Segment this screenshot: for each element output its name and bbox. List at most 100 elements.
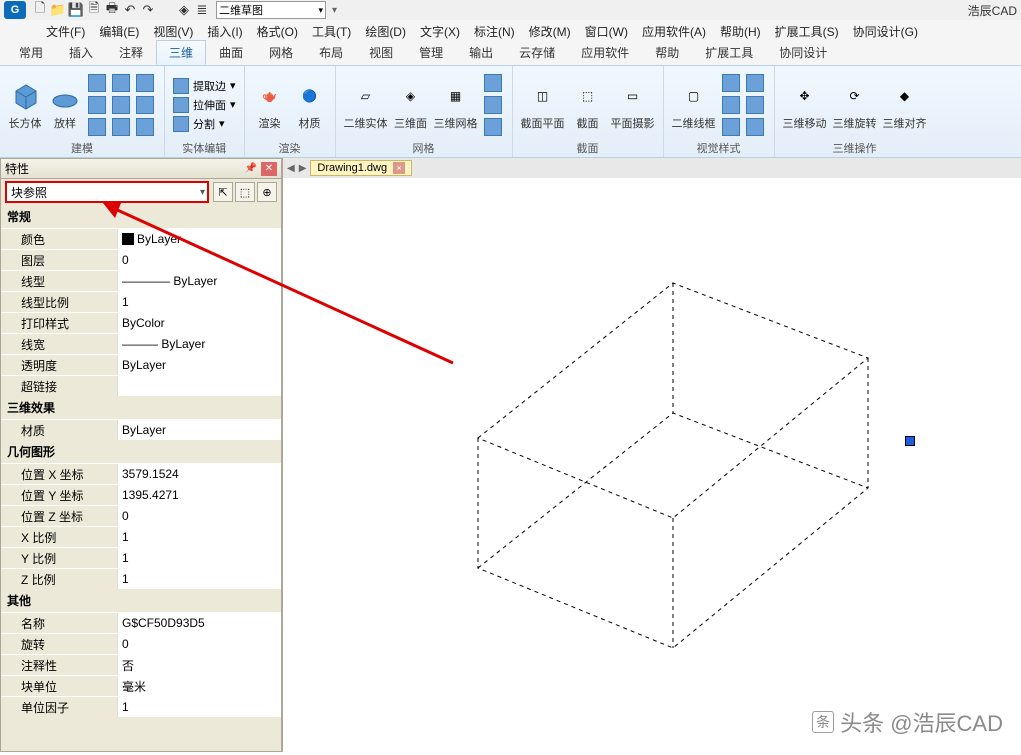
property-value[interactable]: 1 xyxy=(117,527,281,547)
selection-grip[interactable] xyxy=(905,436,915,446)
ribbon-tab[interactable]: 扩展工具 xyxy=(692,40,766,65)
rotate3d-button[interactable]: ⟳三维旋转 xyxy=(833,79,877,131)
menu-item[interactable]: 绘图(D) xyxy=(359,21,412,42)
properties-list[interactable]: 常规颜色ByLayer图层0线型———— ByLayer线型比例1打印样式ByC… xyxy=(1,205,281,751)
property-value[interactable]: ———— ByLayer xyxy=(117,271,281,291)
ribbon-tab[interactable]: 帮助 xyxy=(642,40,692,65)
menu-item[interactable]: 协同设计(G) xyxy=(847,21,924,42)
property-value[interactable]: ——— ByLayer xyxy=(117,334,281,354)
menu-item[interactable]: 标注(N) xyxy=(468,21,521,42)
ribbon-tab[interactable]: 注释 xyxy=(106,40,156,65)
layer-icon[interactable]: ◈ xyxy=(176,2,192,18)
menu-item[interactable]: 窗口(W) xyxy=(579,21,634,42)
property-row[interactable]: 材质ByLayer xyxy=(1,419,281,440)
menu-item[interactable]: 工具(T) xyxy=(306,21,357,42)
face3d-button[interactable]: ◈三维面 xyxy=(394,79,428,131)
ribbon-tab[interactable]: 管理 xyxy=(406,40,456,65)
render-button[interactable]: 🫖渲染 xyxy=(253,79,287,131)
solid2d-button[interactable]: ▱二维实体 xyxy=(344,79,388,131)
loft-button[interactable]: 放样 xyxy=(48,79,82,131)
saveas-icon[interactable]: 🗎 xyxy=(86,2,102,18)
menu-item[interactable]: 文件(F) xyxy=(40,21,91,42)
ribbon-tab[interactable]: 应用软件 xyxy=(568,40,642,65)
property-row[interactable]: 名称G$CF50D93D5 xyxy=(1,612,281,633)
section-header[interactable]: 常规 xyxy=(1,205,281,228)
property-value[interactable] xyxy=(117,376,281,396)
menu-item[interactable]: 扩展工具(S) xyxy=(769,21,845,42)
menu-item[interactable]: 格式(O) xyxy=(251,21,304,42)
ribbon-tab[interactable]: 常用 xyxy=(6,40,56,65)
property-value[interactable]: 1 xyxy=(117,697,281,717)
ribbon-tab[interactable]: 视图 xyxy=(356,40,406,65)
ribbon-tab[interactable]: 三维 xyxy=(156,40,206,65)
extrude-face-button[interactable]: 拉伸面▾ xyxy=(173,97,236,113)
property-row[interactable]: 超链接 xyxy=(1,375,281,396)
section-button[interactable]: ⬚截面 xyxy=(571,79,605,131)
property-row[interactable]: 线型比例1 xyxy=(1,291,281,312)
new-icon[interactable]: 🗋 xyxy=(32,2,48,18)
property-value[interactable]: 1 xyxy=(117,548,281,568)
property-value[interactable]: ByColor xyxy=(117,313,281,333)
property-value[interactable]: 1 xyxy=(117,569,281,589)
document-tab[interactable]: Drawing1.dwg× xyxy=(310,160,412,176)
property-row[interactable]: X 比例1 xyxy=(1,526,281,547)
menu-item[interactable]: 编辑(E) xyxy=(93,21,145,42)
flatshot-button[interactable]: ▭平面摄影 xyxy=(611,79,655,131)
property-value[interactable]: 0 xyxy=(117,250,281,270)
property-value[interactable]: 否 xyxy=(117,655,281,675)
ribbon-tab[interactable]: 曲面 xyxy=(206,40,256,65)
property-row[interactable]: 打印样式ByColor xyxy=(1,312,281,333)
qat-dropdown-icon[interactable]: ▾ xyxy=(332,5,337,16)
property-value[interactable]: ByLayer xyxy=(117,355,281,375)
property-value[interactable]: G$CF50D93D5 xyxy=(117,613,281,633)
property-row[interactable]: Y 比例1 xyxy=(1,547,281,568)
property-row[interactable]: 旋转0 xyxy=(1,633,281,654)
property-value[interactable]: 1395.4271 xyxy=(117,485,281,505)
selectobjects-icon[interactable]: ⬚ xyxy=(235,182,255,202)
property-row[interactable]: 块单位毫米 xyxy=(1,675,281,696)
pin-icon[interactable]: 📌 xyxy=(243,162,259,176)
property-value[interactable]: 3579.1524 xyxy=(117,464,281,484)
menu-item[interactable]: 文字(X) xyxy=(414,21,466,42)
property-row[interactable]: 颜色ByLayer xyxy=(1,228,281,249)
property-row[interactable]: Z 比例1 xyxy=(1,568,281,589)
ribbon-tab[interactable]: 网格 xyxy=(256,40,306,65)
object-type-selector[interactable]: 块参照▾ xyxy=(5,181,209,203)
property-value[interactable]: ByLayer xyxy=(117,420,281,440)
menu-item[interactable]: 插入(I) xyxy=(201,21,248,42)
pickadd-icon[interactable]: ⊕ xyxy=(257,182,277,202)
workspace-selector[interactable]: 二维草图▾ xyxy=(216,1,326,19)
drawing-area[interactable]: ◀ ▶ Drawing1.dwg× xyxy=(282,158,1021,752)
property-row[interactable]: 位置 Y 坐标1395.4271 xyxy=(1,484,281,505)
tab-prev-icon[interactable]: ◀ xyxy=(287,163,295,174)
ribbon-tab[interactable]: 协同设计 xyxy=(766,40,840,65)
ribbon-tab[interactable]: 云存储 xyxy=(506,40,568,65)
property-row[interactable]: 单位因子1 xyxy=(1,696,281,717)
material-button[interactable]: 🔵材质 xyxy=(293,79,327,131)
property-value[interactable]: 0 xyxy=(117,506,281,526)
property-row[interactable]: 位置 Z 坐标0 xyxy=(1,505,281,526)
property-row[interactable]: 图层0 xyxy=(1,249,281,270)
modeling-small-tools[interactable] xyxy=(88,74,156,136)
undo-icon[interactable]: ↶ xyxy=(122,2,138,18)
split-button[interactable]: 分割▾ xyxy=(173,116,236,132)
redo-icon[interactable]: ↷ xyxy=(140,2,156,18)
move3d-button[interactable]: ✥三维移动 xyxy=(783,79,827,131)
mesh3d-button[interactable]: ▦三维网格 xyxy=(434,79,478,131)
section-header[interactable]: 其他 xyxy=(1,589,281,612)
property-row[interactable]: 线宽——— ByLayer xyxy=(1,333,281,354)
print-icon[interactable]: 🖶 xyxy=(104,2,120,18)
ribbon-tab[interactable]: 输出 xyxy=(456,40,506,65)
tab-next-icon[interactable]: ▶ xyxy=(299,163,307,174)
layers-icon[interactable]: ≣ xyxy=(194,2,210,18)
property-value[interactable]: 毫米 xyxy=(117,676,281,696)
property-row[interactable]: 位置 X 坐标3579.1524 xyxy=(1,463,281,484)
property-row[interactable]: 透明度ByLayer xyxy=(1,354,281,375)
close-icon[interactable]: ✕ xyxy=(261,162,277,176)
property-value[interactable]: ByLayer xyxy=(117,229,281,249)
property-value[interactable]: 0 xyxy=(117,634,281,654)
box-button[interactable]: 长方体 xyxy=(8,79,42,131)
extract-edges-button[interactable]: 提取边▾ xyxy=(173,78,236,94)
menu-item[interactable]: 视图(V) xyxy=(147,21,199,42)
section-header[interactable]: 三维效果 xyxy=(1,396,281,419)
